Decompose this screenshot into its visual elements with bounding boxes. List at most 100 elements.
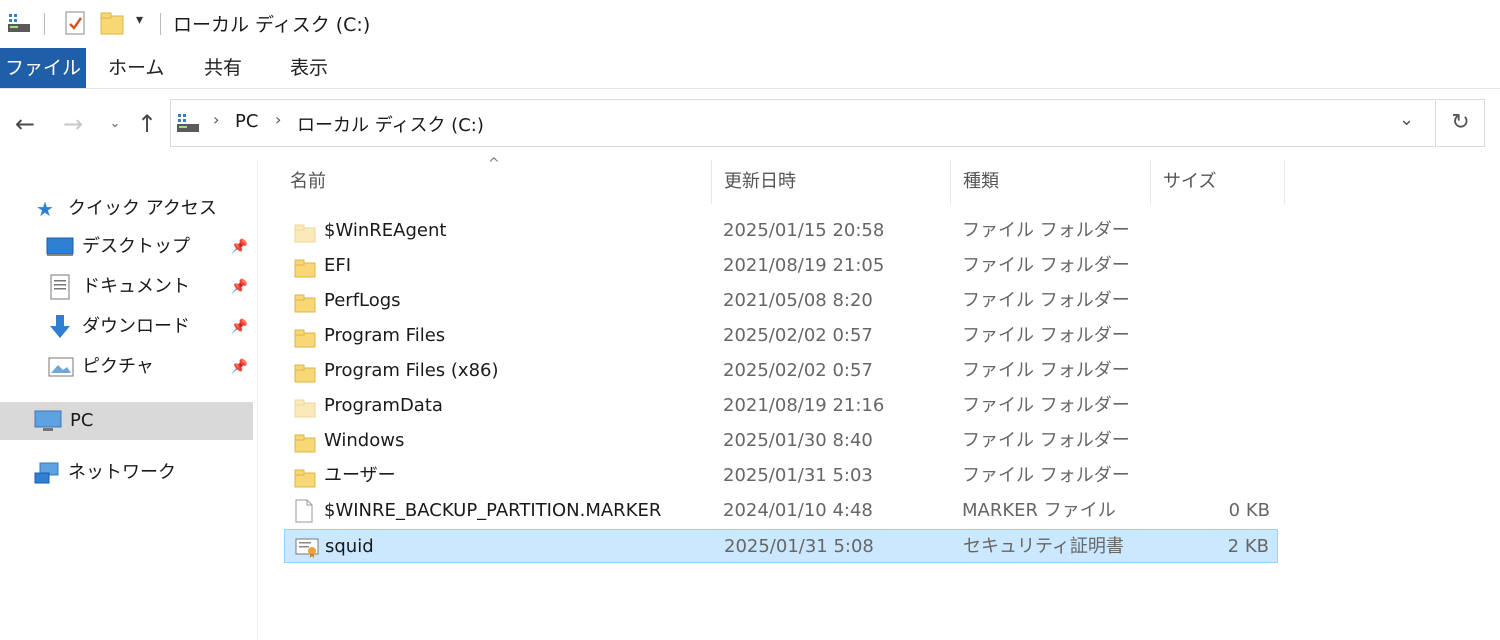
navigation-pane: ★ クイック アクセス デスクトップ 📌 ドキュメント 📌 ダウンロード 📌 ピ… xyxy=(0,160,258,640)
file-date: 2025/01/15 20:58 xyxy=(723,220,885,241)
sidebar-item-pictures[interactable]: ピクチャ 📌 xyxy=(46,350,256,384)
file-type: ファイル フォルダー xyxy=(962,395,1130,416)
sidebar-item-downloads[interactable]: ダウンロード 📌 xyxy=(46,310,256,344)
pin-icon[interactable]: 📌 xyxy=(231,270,248,304)
file-type: ファイル フォルダー xyxy=(962,360,1130,381)
file-row[interactable]: Program Files 2025/02/02 0:57 ファイル フォルダー xyxy=(284,319,1278,353)
new-folder-icon[interactable] xyxy=(100,10,124,36)
column-headers: ^ 名前 更新日時 種類 サイズ xyxy=(278,156,1288,204)
file-name: ユーザー xyxy=(324,465,396,486)
file-row[interactable]: squid 2025/01/31 5:08 セキュリティ証明書 2 KB xyxy=(284,529,1278,563)
file-row[interactable]: ユーザー 2025/01/31 5:03 ファイル フォルダー xyxy=(284,459,1278,493)
file-date: 2025/01/31 5:03 xyxy=(723,465,873,486)
file-name: Program Files xyxy=(324,325,446,346)
title-bar: ▾ ローカル ディスク (C:) xyxy=(0,0,1500,48)
address-bar[interactable]: › PC › ローカル ディスク (C:) ⌄ xyxy=(170,99,1436,147)
file-row[interactable]: EFI 2021/08/19 21:05 ファイル フォルダー xyxy=(284,249,1278,283)
pin-icon[interactable]: 📌 xyxy=(231,230,248,264)
file-name: Windows xyxy=(324,430,405,451)
tab-view[interactable]: 表示 xyxy=(290,48,328,88)
file-type: ファイル フォルダー xyxy=(962,430,1130,451)
window-title: ローカル ディスク (C:) xyxy=(173,14,371,36)
file-name: EFI xyxy=(324,255,352,276)
column-header-size[interactable]: サイズ xyxy=(1151,160,1285,204)
folder-icon xyxy=(294,431,316,453)
file-row[interactable]: $WinREAgent 2025/01/15 20:58 ファイル フォルダー xyxy=(284,214,1278,248)
file-name: ProgramData xyxy=(324,395,443,416)
sidebar-item-label: クイック アクセス xyxy=(68,198,217,219)
pin-icon[interactable]: 📌 xyxy=(231,310,248,344)
separator xyxy=(160,13,161,35)
forward-arrow-icon[interactable]: → xyxy=(58,106,88,142)
sidebar-item-label: ピクチャ xyxy=(82,356,154,377)
download-arrow-icon xyxy=(50,315,70,338)
file-size: 2 KB xyxy=(1227,536,1269,557)
certificate-icon xyxy=(295,537,319,558)
file-type: MARKER ファイル xyxy=(962,500,1116,521)
file-date: 2025/02/02 0:57 xyxy=(723,360,873,381)
file-row[interactable]: ProgramData 2021/08/19 21:16 ファイル フォルダー xyxy=(284,389,1278,423)
file-type: セキュリティ証明書 xyxy=(963,536,1124,557)
separator xyxy=(44,13,45,35)
address-history-chevron-icon[interactable]: ⌄ xyxy=(1399,109,1414,130)
file-date: 2025/01/31 5:08 xyxy=(724,536,874,557)
file-size: 0 KB xyxy=(1228,500,1270,521)
file-type: ファイル フォルダー xyxy=(962,290,1130,311)
folder-icon xyxy=(294,291,316,313)
file-type: ファイル フォルダー xyxy=(962,465,1130,486)
breadcrumb-chevron-icon[interactable]: › xyxy=(275,110,281,129)
drive-icon xyxy=(177,114,199,132)
file-row[interactable]: Program Files (x86) 2025/02/02 0:57 ファイル フ… xyxy=(284,354,1278,388)
sidebar-item-label: ダウンロード xyxy=(82,316,190,337)
sidebar-item-documents[interactable]: ドキュメント 📌 xyxy=(46,270,256,304)
sidebar-item-label: ドキュメント xyxy=(82,276,190,297)
back-arrow-icon[interactable]: ← xyxy=(10,106,40,142)
file-date: 2025/02/02 0:57 xyxy=(723,325,873,346)
up-arrow-icon[interactable]: ↑ xyxy=(132,106,162,142)
column-header-date[interactable]: 更新日時 xyxy=(712,160,951,204)
sidebar-item-label: デスクトップ xyxy=(82,236,190,257)
drive-icon[interactable] xyxy=(6,12,32,34)
pictures-icon xyxy=(48,357,74,377)
document-icon xyxy=(50,274,70,300)
tab-home[interactable]: ホーム xyxy=(108,48,164,88)
sidebar-item-quick-access[interactable]: ★ クイック アクセス xyxy=(36,192,256,226)
breadcrumb-pc[interactable]: PC xyxy=(235,111,258,132)
star-icon: ★ xyxy=(36,197,54,221)
breadcrumb-local-disk[interactable]: ローカル ディスク (C:) xyxy=(297,111,484,137)
file-type: ファイル フォルダー xyxy=(962,325,1130,346)
file-name: Program Files (x86) xyxy=(324,360,499,381)
file-row[interactable]: Windows 2025/01/30 8:40 ファイル フォルダー xyxy=(284,424,1278,458)
file-name: PerfLogs xyxy=(324,290,401,311)
sidebar-item-pc[interactable]: PC xyxy=(0,402,253,440)
file-name: $WINRE_BACKUP_PARTITION.MARKER xyxy=(324,500,662,521)
tab-file[interactable]: ファイル xyxy=(0,48,86,88)
folder-icon xyxy=(294,326,316,348)
tab-share[interactable]: 共有 xyxy=(204,48,242,88)
folder-icon xyxy=(294,361,316,383)
folder-icon xyxy=(294,256,316,278)
refresh-icon[interactable]: ↻ xyxy=(1437,99,1485,147)
column-header-name[interactable]: 名前 xyxy=(278,160,712,204)
sidebar-item-network[interactable]: ネットワーク xyxy=(34,456,254,490)
sidebar-item-label: PC xyxy=(70,410,94,431)
recent-locations-chevron-icon[interactable]: ⌄ xyxy=(100,106,130,142)
file-name: $WinREAgent xyxy=(324,220,447,241)
pin-icon[interactable]: 📌 xyxy=(231,350,248,384)
navigation-bar: ← → ⌄ ↑ › PC › ローカル ディスク (C:) ⌄ ↻ xyxy=(0,96,1500,154)
properties-icon[interactable] xyxy=(64,10,86,36)
file-date: 2021/08/19 21:05 xyxy=(723,255,885,276)
customize-toolbar-icon[interactable]: ▾ xyxy=(136,12,143,28)
file-icon xyxy=(294,499,314,523)
folder-light-icon xyxy=(294,396,316,418)
file-date: 2021/05/08 8:20 xyxy=(723,290,873,311)
file-date: 2025/01/30 8:40 xyxy=(723,430,873,451)
file-row[interactable]: PerfLogs 2021/05/08 8:20 ファイル フォルダー xyxy=(284,284,1278,318)
column-header-type[interactable]: 種類 xyxy=(951,160,1151,204)
sidebar-item-label: ネットワーク xyxy=(68,462,176,483)
breadcrumb-chevron-icon[interactable]: › xyxy=(213,110,219,129)
sidebar-item-desktop[interactable]: デスクトップ 📌 xyxy=(46,230,256,264)
ribbon-tabs: ファイル ホーム 共有 表示 xyxy=(0,48,1500,89)
file-row[interactable]: $WINRE_BACKUP_PARTITION.MARKER 2024/01/10… xyxy=(284,494,1278,528)
folder-icon xyxy=(294,466,316,488)
